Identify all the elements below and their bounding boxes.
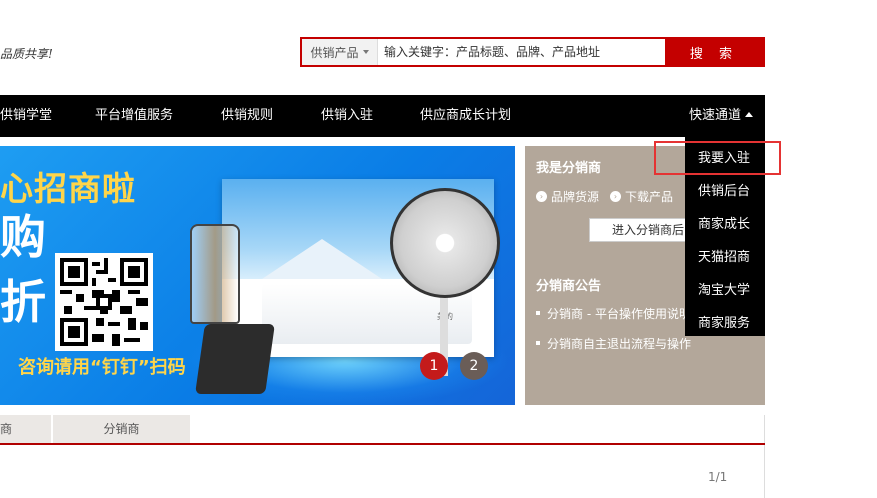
tag-brand-source-label: 品牌货源 (551, 190, 600, 204)
nav-item-academy[interactable]: 供销学堂 (0, 95, 52, 137)
page-indicator: 1/1 (708, 470, 728, 484)
main-nav: 供销学堂 平台增值服务 供销规则 供销入驻 供应商成长计划 快速通道 (0, 95, 765, 137)
tag-download-products[interactable]: › 下载产品 (610, 188, 673, 205)
tag-download-products-label: 下载产品 (625, 190, 674, 204)
chevron-down-icon (362, 50, 369, 54)
dropdown-item-taobao-university[interactable]: 淘宝大学 (698, 279, 750, 298)
slide-dot-1[interactable]: 1 (420, 352, 448, 380)
distributor-heading: 我是分销商 (536, 161, 602, 176)
banner-discount: 折 (0, 275, 46, 329)
nav-item-growth-plan[interactable]: 供应商成长计划 (420, 95, 511, 137)
quick-access-label: 快速通道 (689, 108, 742, 123)
quick-access-dropdown: 我要入驻 供销后台 商家成长 天猫招商 淘宝大学 商家服务 (685, 137, 765, 336)
notice-heading: 分销商公告 (536, 279, 602, 294)
tab-distributor[interactable]: 分销商 (53, 415, 190, 443)
tag-brand-source[interactable]: › 品牌货源 (536, 188, 599, 205)
bullet-icon (536, 311, 540, 315)
notice-item[interactable]: 分销商自主退出流程与操作 (536, 335, 691, 352)
slide-dot-2[interactable]: 2 (460, 352, 488, 380)
nav-item-rules[interactable]: 供销规则 (221, 95, 273, 137)
chevron-up-icon (745, 112, 754, 117)
chevron-right-icon: › (610, 191, 621, 202)
fan-image (390, 188, 500, 298)
dropdown-item-join[interactable]: 我要入驻 (698, 147, 750, 166)
dropdown-item-tmall-recruit[interactable]: 天猫招商 (698, 246, 750, 265)
promo-banner[interactable]: 心招商啦 购 折 咨询请用“钉钉”扫码 1 2 (0, 146, 515, 405)
notice-item-label: 分销商自主退出流程与操作 (547, 337, 692, 351)
search-button[interactable]: 搜 索 (665, 39, 763, 65)
search-type-select[interactable]: 供销产品 (302, 39, 378, 65)
tab-supplier[interactable]: 商 (0, 415, 51, 443)
notice-item-label: 分销商 - 平台操作使用说明 (547, 307, 691, 321)
notice-item[interactable]: 分销商 - 平台操作使用说明 (536, 305, 691, 322)
dropdown-item-merchant-growth[interactable]: 商家成长 (698, 213, 750, 232)
chevron-right-icon: › (536, 191, 547, 202)
search-input[interactable] (378, 39, 665, 65)
nav-item-join[interactable]: 供销入驻 (321, 95, 373, 137)
banner-consult-text: 咨询请用“钉钉”扫码 (18, 357, 186, 378)
search-type-label: 供销产品 (310, 45, 359, 60)
tab-underline (0, 443, 765, 445)
bullet-icon (536, 341, 540, 345)
nav-item-value-services[interactable]: 平台增值服务 (95, 95, 173, 137)
dropdown-item-merchant-service[interactable]: 商家服务 (698, 312, 750, 331)
page: 品质共享! 供销产品 搜 索 供销学堂 平台增值服务 供销规则 供销入驻 供应商… (0, 0, 877, 498)
site-slogan: 品质共享! (0, 47, 53, 61)
dropdown-item-supplier-backend[interactable]: 供销后台 (698, 180, 750, 199)
blender-image (180, 224, 275, 404)
search-bar: 供销产品 搜 索 (300, 37, 765, 67)
content-tabs: 商 分销商 (0, 415, 765, 498)
qr-code (55, 253, 153, 351)
banner-headline: 购 (0, 210, 46, 264)
quick-access-menu[interactable]: 快速通道 (689, 95, 754, 137)
